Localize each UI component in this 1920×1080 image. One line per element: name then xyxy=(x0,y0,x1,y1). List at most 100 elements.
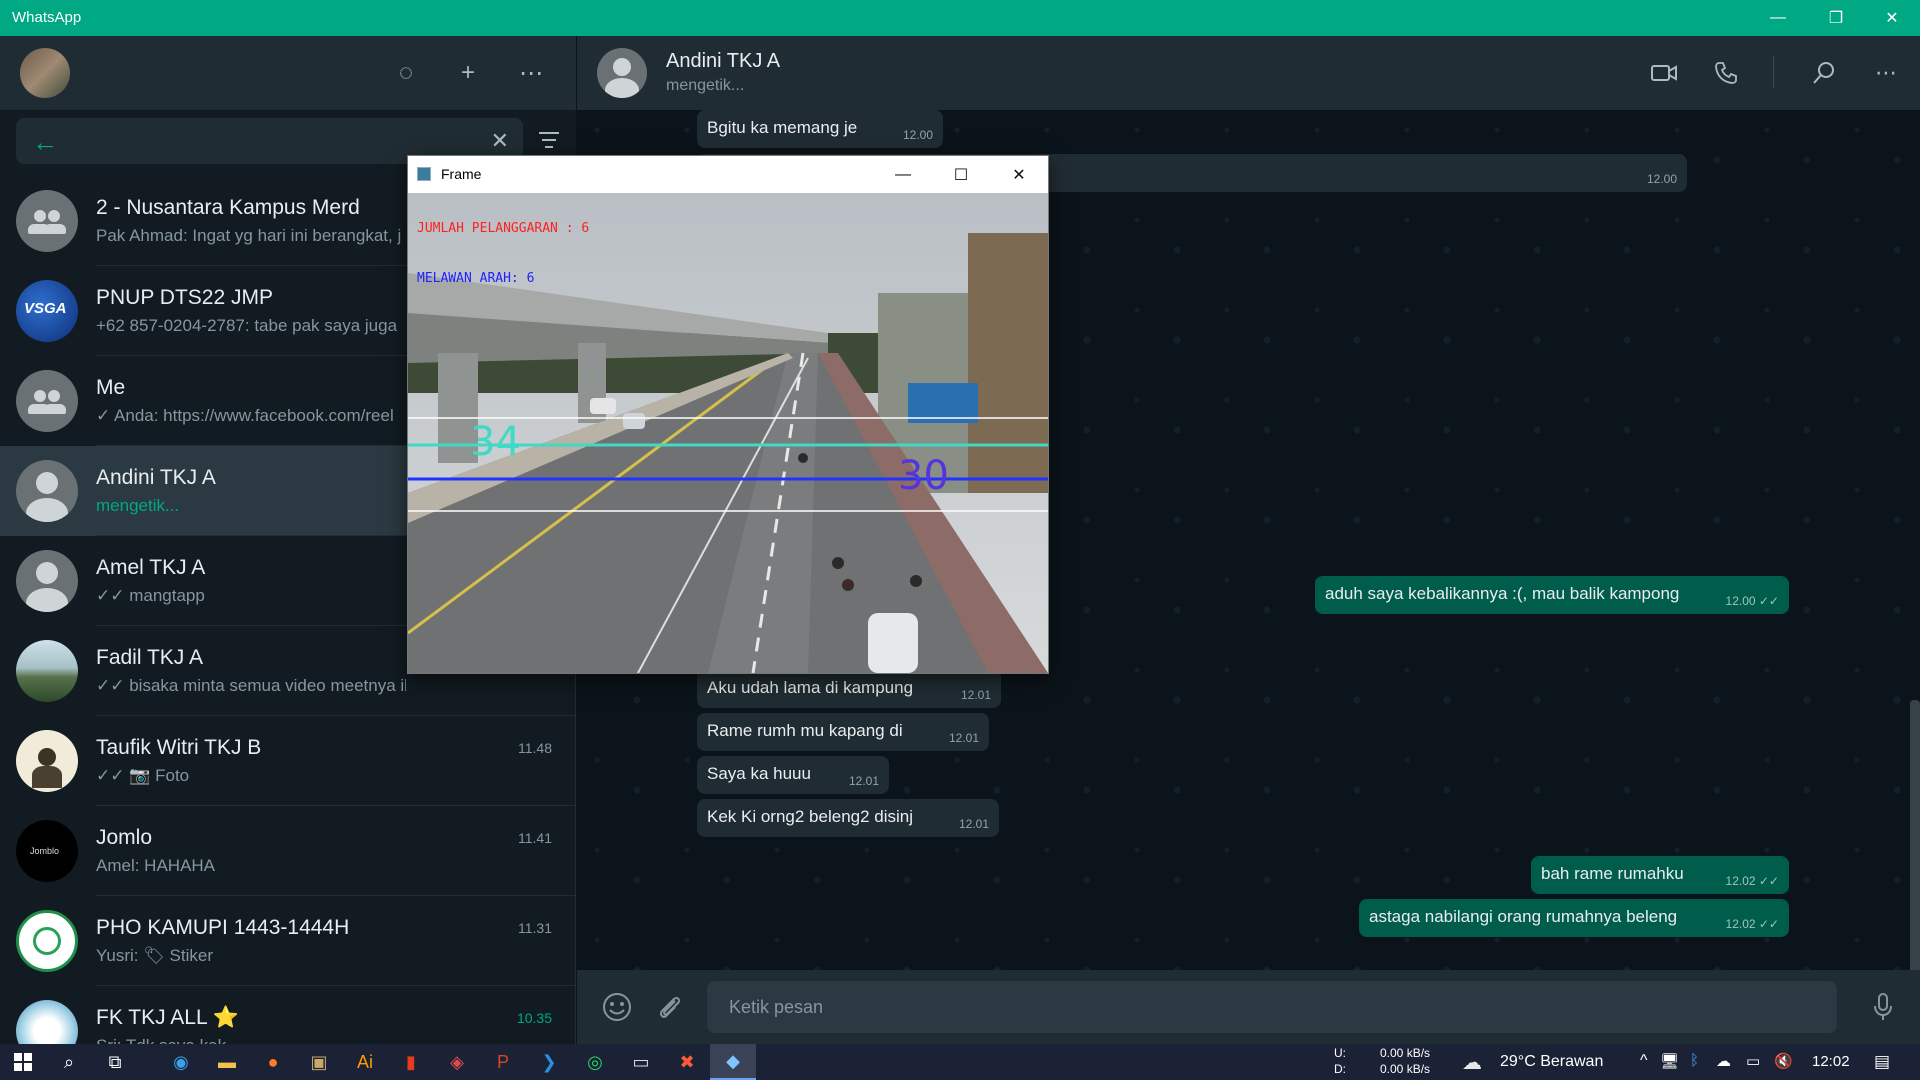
compose-bar xyxy=(577,970,1920,1044)
vscode-icon[interactable]: ❯ xyxy=(526,1044,572,1080)
traffic-video-feed: JUMLAH PELANGGARAN : 6 MELAWAN ARAH: 6 3… xyxy=(408,193,1048,673)
battery-icon[interactable]: ▭ xyxy=(1746,1052,1760,1070)
minimize-button[interactable]: — xyxy=(1750,0,1806,36)
chat-preview: ✓✓ 📷 Foto xyxy=(96,766,190,785)
windows-start-icon[interactable] xyxy=(0,1044,46,1080)
message-input-box[interactable] xyxy=(707,981,1837,1033)
chat-item[interactable]: Taufik Witri TKJ B ✓✓ 📷 Foto 11.48 xyxy=(0,716,576,806)
back-arrow-icon[interactable]: ← xyxy=(32,127,58,158)
frame-titlebar[interactable]: Frame — ☐ ✕ xyxy=(408,156,1048,193)
message-input[interactable] xyxy=(707,981,1837,1033)
group-avatar xyxy=(16,190,78,252)
menu-icon[interactable]: ⋯ xyxy=(1871,58,1901,88)
message-incoming[interactable]: Kek Ki orng2 beleng2 disinj 12.01 xyxy=(697,799,999,837)
chat-time: 11.48 xyxy=(518,740,552,756)
vsga-avatar: VSGA xyxy=(16,280,78,342)
onedrive-icon[interactable]: ☁ xyxy=(1716,1052,1731,1070)
chat-item[interactable]: PHO KAMUPI 1443-1444H Yusri: 🏷 Stiker 11.3… xyxy=(0,896,576,986)
message-incoming[interactable]: Aku udah lama di kampung 12.01 xyxy=(697,670,1001,708)
frame-title: Frame xyxy=(441,166,482,182)
frame-minimize-button[interactable]: — xyxy=(874,156,932,193)
video-call-icon[interactable] xyxy=(1649,58,1679,88)
net-up-label: U: xyxy=(1334,1046,1346,1060)
terminal-icon[interactable]: ▭ xyxy=(618,1044,664,1080)
frame-window[interactable]: Frame — ☐ ✕ JUMLAH PELANGGARAN: 6 MELAW… xyxy=(408,156,1048,673)
attach-icon[interactable] xyxy=(653,991,685,1023)
chat-time: 11.41 xyxy=(518,830,552,846)
tray-chevron-icon[interactable]: ^ xyxy=(1640,1052,1648,1070)
bluetooth-icon[interactable]: ᛒ xyxy=(1690,1052,1699,1069)
chat-preview: Yusri: 🏷 Stiker xyxy=(96,946,213,965)
group-avatar xyxy=(16,370,78,432)
chat-name: PHO KAMUPI 1443-1444H xyxy=(96,916,350,939)
chat-name: Me xyxy=(96,376,126,399)
xampp-icon[interactable]: ✖ xyxy=(664,1044,710,1080)
notification-icon[interactable]: ▤ xyxy=(1874,1052,1890,1072)
frame-maximize-button[interactable]: ☐ xyxy=(932,156,990,193)
profile-avatar[interactable] xyxy=(20,48,70,98)
status-icon[interactable]: ◌ xyxy=(391,58,421,88)
chat-name: 2 - Nusantara Kampus Merd xyxy=(96,196,360,219)
python-frame-icon[interactable]: ◆ xyxy=(710,1044,756,1080)
net-down-speed: 0.00 kB/s xyxy=(1380,1062,1431,1076)
chat-name: Amel TKJ A xyxy=(96,556,206,579)
edge-icon[interactable]: ◉ xyxy=(158,1044,204,1080)
app-icon[interactable]: ◈ xyxy=(434,1044,480,1080)
microphone-icon[interactable] xyxy=(1867,991,1899,1023)
file-explorer-icon[interactable]: ▬ xyxy=(204,1044,250,1080)
emoji-icon[interactable] xyxy=(601,991,633,1023)
chat-preview: mengetik... xyxy=(96,496,180,515)
search-icon[interactable]: ⌕ xyxy=(46,1044,92,1080)
volume-mute-icon[interactable]: 🔇 xyxy=(1774,1052,1793,1070)
whatsapp-icon[interactable]: ◎ xyxy=(572,1044,618,1080)
scrollbar[interactable] xyxy=(1910,700,1920,970)
contact-avatar[interactable] xyxy=(597,48,647,98)
conversation-header[interactable]: Andini TKJ A mengetik... ⋯ xyxy=(577,36,1920,110)
chat-preview: Pak Ahmad: Ingat yg hari ini berangkat, … xyxy=(96,226,402,245)
clear-search-icon[interactable]: ✕ xyxy=(491,128,509,154)
chat-preview: ✓ Anda: https://www.facebook.com/reel xyxy=(96,406,394,425)
default-avatar xyxy=(16,460,78,522)
message-incoming[interactable]: Rame rumh mu kapang di 12.01 xyxy=(697,713,989,751)
left-counter: 34 xyxy=(470,419,521,465)
new-chat-icon[interactable]: + xyxy=(453,58,483,88)
message-incoming[interactable]: Bgitu ka memang je 12.00 xyxy=(697,110,943,148)
illustrator-icon[interactable]: Ai xyxy=(342,1044,388,1080)
app-titlebar: WhatsApp — ❐ ✕ xyxy=(0,0,1920,36)
message-outgoing[interactable]: astaga nabilangi orang rumahnya beleng 12… xyxy=(1359,899,1789,937)
message-outgoing[interactable]: aduh saya kebalikannya :(, mau balik kam… xyxy=(1315,576,1789,614)
app-title: WhatsApp xyxy=(12,9,82,26)
wrong-way-count-label: MELAWAN ARAH: 6 xyxy=(417,271,535,286)
task-view-icon[interactable]: ⧉ xyxy=(92,1044,138,1080)
filter-icon[interactable] xyxy=(538,132,560,152)
chat-item[interactable]: FK TKJ ALL ⭐Sri: Tdk saya kak10.352 xyxy=(0,986,576,1044)
right-counter: 30 xyxy=(898,453,949,499)
menu-icon[interactable]: ⋯ xyxy=(516,58,546,88)
clock[interactable]: 12:02 xyxy=(1812,1053,1850,1070)
frame-app-icon xyxy=(417,167,431,181)
chat-name: Taufik Witri TKJ B xyxy=(96,736,262,759)
chat-item[interactable]: Jomblo Jomlo Amel: HAHAHA 11.41 xyxy=(0,806,576,896)
frame-close-button[interactable]: ✕ xyxy=(990,156,1048,193)
restore-button[interactable]: ❐ xyxy=(1808,0,1864,36)
search-icon[interactable] xyxy=(1809,58,1839,88)
header-divider xyxy=(1773,56,1774,88)
message-outgoing[interactable]: bah rame rumahku 12.02 ✓✓ xyxy=(1531,856,1789,894)
contact-name: Andini TKJ A xyxy=(666,50,781,72)
close-button[interactable]: ✕ xyxy=(1864,0,1920,36)
network-icon[interactable]: 🖥 xyxy=(1660,1052,1679,1070)
chat-time: 10.35 xyxy=(516,1010,552,1026)
firefox-icon[interactable]: ● xyxy=(250,1044,296,1080)
chat-preview: Amel: HAHAHA xyxy=(96,856,216,875)
weather-text[interactable]: 29°C Berawan xyxy=(1500,1053,1603,1071)
left-header: ◌ + ⋯ xyxy=(0,36,575,110)
message-incoming[interactable]: Saya ka huuu 12.01 xyxy=(697,756,889,794)
phone-call-icon[interactable] xyxy=(1711,58,1741,88)
weather-cloud-icon[interactable]: ☁ xyxy=(1462,1050,1482,1075)
chat-time: 11.31 xyxy=(518,920,552,936)
archive-icon[interactable]: ▣ xyxy=(296,1044,342,1080)
office-icon[interactable]: ▮ xyxy=(388,1044,434,1080)
net-up-speed: 0.00 kB/s xyxy=(1380,1046,1431,1060)
powerpoint-icon[interactable]: P xyxy=(480,1044,526,1080)
violation-count-label: JUMLAH PELANGGARAN : 6 xyxy=(417,221,590,236)
